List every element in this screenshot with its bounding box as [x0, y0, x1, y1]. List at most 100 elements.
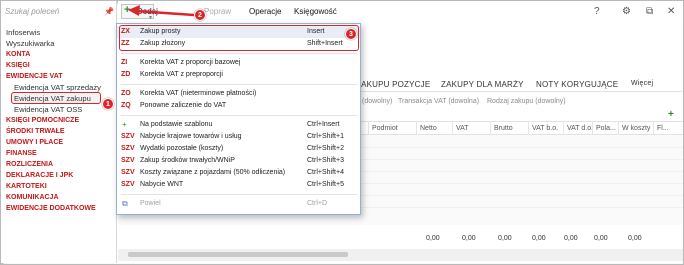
- menu-item-label: Nabycie WNT: [140, 181, 184, 188]
- column-vat[interactable]: VAT: [456, 125, 469, 132]
- filter-transakcja-vat[interactable]: Transakcja VAT (dowolna): [398, 98, 479, 105]
- menu-item-shortcut: Ctrl+Insert: [307, 121, 340, 128]
- menu-separator: [121, 53, 357, 54]
- scrollbar-thumb[interactable]: [128, 252, 348, 257]
- menu-item[interactable]: ⧉ Powiel Ctrl+D: [117, 198, 360, 210]
- menu-item[interactable]: ZO Korekta VAT (nieterminowe płatności): [117, 88, 360, 100]
- sidebar-item[interactable]: KOMUNIKACJA: [6, 192, 116, 203]
- filter-dowolny[interactable]: (dowolny): [362, 98, 392, 105]
- sidebar-item-label: ROZLICZENIA: [6, 161, 54, 168]
- column-vat-do[interactable]: VAT d.o.: [567, 125, 593, 132]
- menu-item-code: SZV: [121, 133, 135, 140]
- menu-separator: [121, 84, 357, 85]
- menu-item[interactable]: SZV Zakup środków trwałych/WNiP Ctrl+Shift…: [117, 155, 360, 167]
- menu-item-code: ZO: [121, 90, 131, 97]
- restore-window-icon[interactable]: ⧉: [646, 6, 653, 17]
- sidebar-item-label: Ewidencja VAT zakupu: [14, 94, 91, 103]
- menu-item-shortcut: Ctrl+Shift+3: [307, 157, 344, 164]
- sum-netto: 0,00: [426, 235, 440, 242]
- column-brutto[interactable]: Brutto: [494, 125, 513, 132]
- sidebar-item[interactable]: EWIDENCJE DODATKOWE: [6, 203, 116, 214]
- search-input[interactable]: Szukaj poleceń: [5, 7, 113, 21]
- menu-separator: [121, 115, 357, 116]
- menu-item-shortcut: Ctrl+Shift+1: [307, 133, 344, 140]
- sidebar-item-label: Infoserwis: [6, 28, 41, 37]
- column-vat-bo[interactable]: VAT b.o.: [532, 125, 558, 132]
- menu-separator: [121, 194, 357, 195]
- operations-menu[interactable]: Operacje: [249, 7, 281, 16]
- step-badge-2: 2: [194, 9, 206, 21]
- help-button[interactable]: ?: [594, 6, 600, 17]
- menu-item-label: Powiel: [140, 200, 161, 207]
- menu-item-code: SZV: [121, 157, 135, 164]
- column-separator: [528, 122, 529, 136]
- sidebar-item-label: KSIĘGI: [6, 62, 30, 69]
- column-separator: [452, 122, 453, 136]
- column-podmiot[interactable]: Podmiot: [372, 125, 398, 132]
- sidebar-item-label: DEKLARACJE I JPK: [6, 172, 74, 179]
- menu-item-shortcut: Ctrl+Shift+4: [307, 169, 344, 176]
- menu-item-label: Korekta VAT (nieterminowe płatności): [140, 90, 257, 97]
- menu-item-label: Na podstawie szablonu: [140, 121, 213, 128]
- accounting-menu[interactable]: Księgowość: [294, 7, 337, 16]
- sidebar-item[interactable]: ROZLICZENIA: [6, 159, 116, 170]
- sidebar-item[interactable]: KSIĘGI POMOCNICZE: [6, 115, 116, 126]
- sidebar-item[interactable]: KONTA: [6, 49, 116, 60]
- menu-item[interactable]: + Na podstawie szablonu Ctrl+Insert: [117, 119, 360, 131]
- menu-item[interactable]: ZI Korekta VAT z proporcji bazowej: [117, 57, 360, 69]
- grid-summary-row: 0,00 0,00 0,00 0,00 0,00 0,00 0,00: [118, 233, 683, 245]
- tab-zakupy-dla-marzy[interactable]: ZAKUPY DLA MARŻY: [441, 80, 524, 89]
- sidebar-item-label: KARTOTEKI: [6, 183, 47, 190]
- menu-item[interactable]: SZV Koszty związane z pojazdami (50% odli…: [117, 167, 360, 179]
- menu-item-code: SZV: [121, 181, 135, 188]
- filter-rodzaj-zakupu[interactable]: Rodzaj zakupu (dowolny): [487, 98, 566, 105]
- column-separator: [592, 122, 593, 136]
- gear-icon[interactable]: ⚙: [622, 6, 631, 17]
- menu-item-label: Korekta VAT z proporcji bazowej: [140, 59, 241, 66]
- pin-icon[interactable]: 📌: [104, 7, 114, 16]
- column-separator: [368, 122, 369, 136]
- close-icon[interactable]: ✕: [667, 6, 675, 17]
- sidebar-item[interactable]: FINANSE: [6, 148, 116, 159]
- menu-item-label: Wydatki pozostałe (koszty): [140, 145, 224, 152]
- tab-more[interactable]: Więcej: [631, 80, 653, 87]
- sidebar-item-label: UMOWY I PŁACE: [6, 139, 64, 146]
- sum-pola: 0,00: [594, 235, 608, 242]
- sum-vat-bo: 0,00: [532, 235, 546, 242]
- sum-brutto: 0,00: [498, 235, 512, 242]
- sidebar-item-label: KOMUNIKACJA: [6, 194, 59, 201]
- tab-noty-korygujace[interactable]: NOTY KORYGUJĄCE: [536, 80, 618, 89]
- menu-item-shortcut: Ctrl+Shift+5: [307, 181, 344, 188]
- menu-item-shortcut: Ctrl+D: [307, 200, 328, 207]
- sidebar-item-label: KONTA: [6, 51, 31, 58]
- menu-item[interactable]: SZV Nabycie WNT Ctrl+Shift+5: [117, 179, 360, 191]
- menu-item[interactable]: SZV Nabycie krajowe towarów i usług Ctrl+S…: [117, 131, 360, 143]
- column-netto[interactable]: Netto: [420, 125, 437, 132]
- plus-icon: +: [122, 120, 127, 129]
- menu-item[interactable]: ZQ Ponowne zaliczenie do VAT: [117, 100, 360, 112]
- tab-zakupu-pozycje[interactable]: ZAKUPU POZYCJE: [356, 80, 430, 89]
- sidebar: Szukaj poleceń 📌 Infoserwis Wyszukiwarka K…: [1, 1, 117, 263]
- sum-w-koszty: 0,00: [628, 235, 642, 242]
- sidebar-item[interactable]: Ewidencja VAT OSS: [6, 104, 116, 115]
- menu-item-shortcut: Ctrl+Shift+2: [307, 145, 344, 152]
- menu-item-label: Korekta VAT z preproporcji: [140, 71, 223, 78]
- menu-item[interactable]: ZD Korekta VAT z preproporcji: [117, 69, 360, 81]
- sidebar-item[interactable]: Infoserwis: [6, 27, 116, 38]
- sidebar-item[interactable]: KARTOTEKI: [6, 181, 116, 192]
- duplicate-icon: ⧉: [122, 199, 128, 208]
- sidebar-item[interactable]: KSIĘGI: [6, 60, 116, 71]
- column-fl[interactable]: Fl...: [657, 125, 669, 132]
- sidebar-item[interactable]: DEKLARACJE I JPK: [6, 170, 116, 181]
- column-pola[interactable]: Pola...: [596, 125, 616, 132]
- sidebar-item[interactable]: ŚRODKI TRWAŁE: [6, 126, 116, 137]
- sum-vat: 0,00: [462, 235, 476, 242]
- menu-item[interactable]: SZV Wydatki pozostałe (koszty) Ctrl+Shift+…: [117, 143, 360, 155]
- sidebar-item[interactable]: UMOWY I PŁACE: [6, 137, 116, 148]
- sidebar-item[interactable]: Ewidencja VAT zakupu: [6, 92, 116, 104]
- column-w-koszty[interactable]: W koszty: [622, 125, 650, 132]
- sidebar-item-label: ŚRODKI TRWAŁE: [6, 128, 65, 135]
- sidebar-item[interactable]: EWIDENCJE VAT: [6, 71, 116, 82]
- sidebar-item[interactable]: Wyszukiwarka: [6, 38, 116, 49]
- add-filter-icon[interactable]: +: [668, 109, 674, 120]
